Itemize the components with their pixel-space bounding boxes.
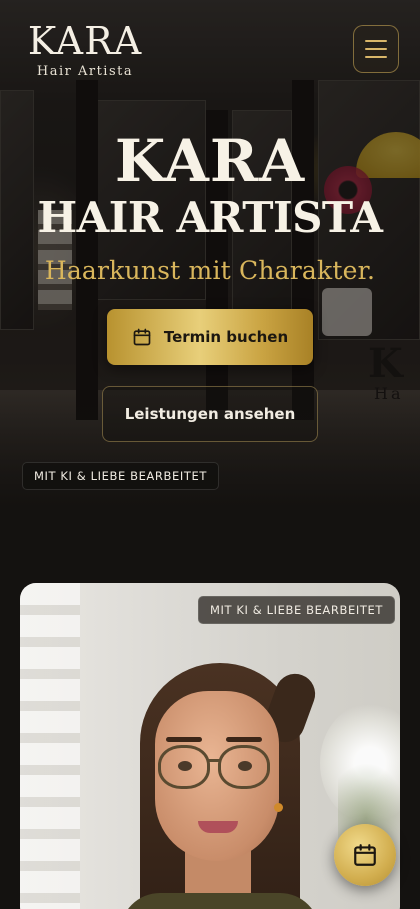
book-appointment-button[interactable]: Termin buchen: [107, 309, 313, 365]
book-appointment-label: Termin buchen: [163, 328, 289, 346]
logo-subtitle: Hair Artista: [36, 64, 134, 79]
hero-title-line1: KARA: [114, 127, 306, 195]
ai-edited-badge: MIT KI & LIEBE BEARBEITET: [22, 462, 219, 490]
hero-tagline: Haarkunst mit Charakter.: [44, 256, 376, 285]
portrait-ai-edited-badge: MIT KI & LIEBE BEARBEITET: [198, 596, 395, 624]
hero-section: K Ha KARA Hair Artista KARA HAIR ARTISTA…: [0, 0, 420, 512]
calendar-icon: [133, 328, 151, 346]
portrait-photo: [100, 663, 340, 909]
hero-title-line2: HAIR ARTISTA: [37, 193, 383, 242]
menu-button[interactable]: [353, 25, 399, 73]
logo[interactable]: KARA Hair Artista: [20, 22, 150, 79]
hamburger-icon: [365, 40, 387, 42]
floating-booking-button[interactable]: [334, 824, 396, 886]
calendar-icon: [354, 844, 376, 866]
view-services-label: Leistungen ansehen: [124, 405, 296, 423]
view-services-button[interactable]: Leistungen ansehen: [102, 386, 318, 442]
hero-title: KARA HAIR ARTISTA: [0, 130, 420, 244]
logo-title: KARA: [27, 19, 143, 63]
